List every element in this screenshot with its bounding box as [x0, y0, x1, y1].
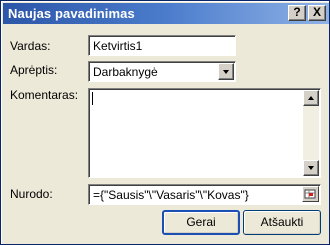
arrow-up-icon [308, 96, 314, 100]
scroll-up-button[interactable] [303, 90, 319, 106]
name-label: Vardas: [10, 39, 51, 53]
refers-to-value: ={"Sausis"\"Vasaris"\"Kovas"} [93, 188, 249, 202]
cancel-button[interactable]: Atšaukti [243, 210, 321, 235]
comment-label: Komentaras: [10, 88, 79, 102]
refers-to-input[interactable]: ={"Sausis"\"Vasaris"\"Kovas"} [88, 184, 321, 205]
scope-dropdown-button[interactable] [218, 63, 234, 80]
new-name-dialog: Naujas pavadinimas ? X Vardas: Ketvirtis… [0, 0, 330, 245]
title-bar[interactable]: Naujas pavadinimas ? X [3, 3, 329, 24]
scroll-down-button[interactable] [303, 160, 319, 176]
scope-select[interactable]: Darbaknygė [88, 61, 236, 82]
range-selector-icon [304, 189, 316, 199]
chevron-down-icon [223, 70, 229, 74]
arrow-down-icon [308, 166, 314, 170]
help-button[interactable]: ? [288, 5, 306, 21]
dialog-title: Naujas pavadinimas [8, 6, 135, 21]
text-caret [92, 92, 93, 105]
name-input[interactable]: Ketvirtis1 [88, 35, 236, 56]
comment-scrollbar[interactable] [303, 90, 319, 176]
scope-label: Aprėptis: [10, 63, 58, 77]
scope-select-value: Darbaknygė [93, 65, 158, 79]
range-selector-button[interactable] [302, 186, 319, 202]
ok-button[interactable]: Gerai [162, 210, 240, 235]
close-button[interactable]: X [308, 5, 326, 21]
help-icon: ? [293, 5, 301, 19]
close-icon: X [312, 5, 321, 19]
comment-textarea[interactable] [88, 88, 321, 178]
refers-to-label: Nurodo: [10, 187, 53, 201]
name-input-value: Ketvirtis1 [93, 39, 143, 53]
